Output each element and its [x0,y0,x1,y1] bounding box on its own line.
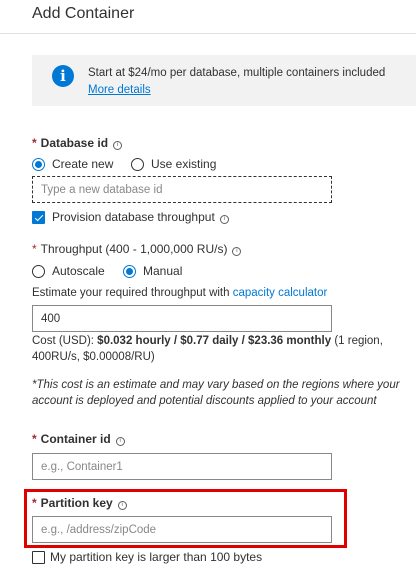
cost-disclaimer: *This cost is an estimate and may vary b… [32,379,400,407]
radio-create-new[interactable] [32,158,45,171]
tooltip-icon[interactable]: i [113,141,123,150]
radio-use-existing[interactable] [131,158,144,171]
provision-throughput-checkbox[interactable] [32,211,45,224]
database-id-input[interactable] [32,176,332,203]
tooltip-icon[interactable]: i [232,247,242,256]
large-partition-key-label: My partition key is larger than 100 byte… [50,550,263,564]
panel-header: Add Container [0,0,416,34]
throughput-label: * Throughput (400 - 1,000,000 RU/s) i [32,242,242,256]
tooltip-icon[interactable]: i [117,501,127,510]
required-marker: * [32,136,37,150]
radio-autoscale-label[interactable]: Autoscale [52,264,105,278]
radio-use-existing-label[interactable]: Use existing [151,157,216,171]
radio-manual[interactable] [123,265,136,278]
radio-create-new-label[interactable]: Create new [52,157,113,171]
tooltip-icon[interactable]: i [219,215,229,224]
capacity-calculator-link[interactable]: capacity calculator [233,287,328,299]
required-marker: * [32,242,37,256]
required-marker: * [32,432,37,446]
provision-throughput-label: Provision database throughput i [52,210,229,224]
more-details-link[interactable]: More details [88,84,151,96]
tooltip-icon[interactable]: i [115,437,125,446]
cost-text: Cost (USD): $0.032 hourly / $0.77 daily … [32,335,383,363]
panel-title: Add Container [32,5,135,22]
cost-amount: $0.032 hourly / $0.77 daily / $23.36 mon… [97,335,332,347]
partition-key-label: * Partition key i [32,496,127,510]
large-partition-key-checkbox[interactable] [32,551,45,564]
estimate-text: Estimate your required throughput with c… [32,287,328,299]
info-icon: i [52,65,74,87]
throughput-input[interactable] [32,305,332,332]
radio-autoscale[interactable] [32,265,45,278]
required-marker: * [32,496,37,510]
info-banner: i Start at $24/mo per database, multiple… [32,55,416,106]
container-id-input[interactable] [32,453,332,480]
database-id-label: * Database id i [32,136,123,150]
info-banner-text: Start at $24/mo per database, multiple c… [88,67,386,79]
radio-manual-label[interactable]: Manual [143,264,182,278]
partition-key-input[interactable] [32,516,332,543]
container-id-label: * Container id i [32,432,125,446]
